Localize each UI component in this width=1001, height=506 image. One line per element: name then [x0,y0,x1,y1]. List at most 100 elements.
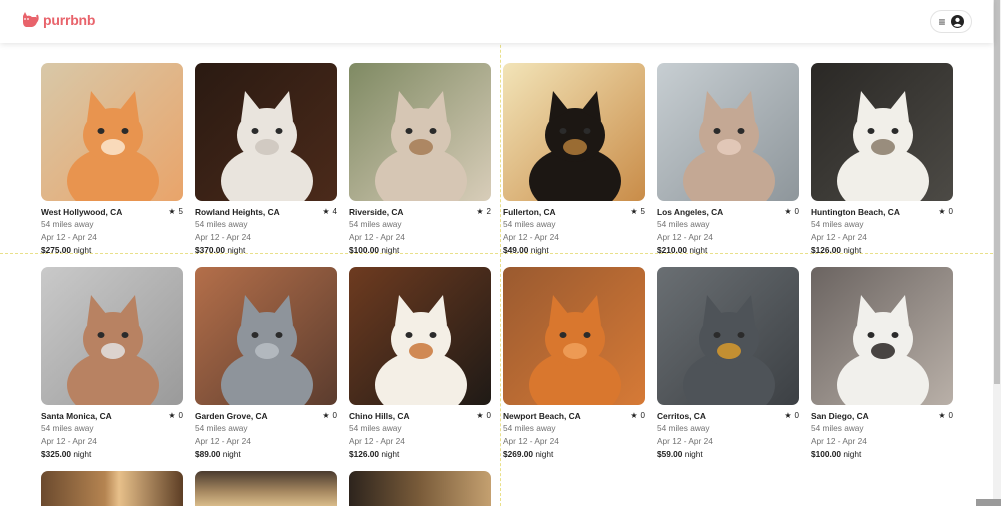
rating-value: 0 [486,411,491,420]
listing-rating: ★ 0 [322,411,337,420]
listing-photo[interactable] [503,63,645,201]
price-amount: $100.00 [811,449,841,459]
listing-title-row: Huntington Beach, CA ★ 0 [811,206,953,217]
listing-photo[interactable] [503,267,645,405]
listing-location: Huntington Beach, CA [811,206,900,217]
listing-card[interactable]: Newport Beach, CA ★ 0 54 miles away Apr 12 -… [503,267,645,460]
listing-dates: Apr 12 - Apr 24 [811,232,867,242]
cat-photo [503,63,645,201]
listing-card[interactable]: Cerritos, CA ★ 0 54 miles away Apr 12 - Apr … [657,267,799,460]
price-unit: night [684,449,703,459]
hamburger-icon: ≡ [938,14,946,29]
listing-location: Chino Hills, CA [349,410,410,421]
price-amount: $269.00 [503,449,533,459]
listing-card-partial[interactable] [41,471,183,506]
listing-photo[interactable] [811,63,953,201]
listing-distance: 54 miles away [657,219,710,229]
star-icon: ★ [476,411,484,420]
listing-dates: Apr 12 - Apr 24 [41,232,97,242]
listing-photo[interactable] [349,63,491,201]
listing-rating: ★ 0 [938,411,953,420]
price-unit: night [381,245,400,255]
listing-rating: ★ 0 [168,411,183,420]
listing-location: Los Angeles, CA [657,206,724,217]
listing-price: $49.00 night [503,244,645,256]
price-unit: night [843,245,862,255]
listing-rating: ★ 5 [630,207,645,216]
listing-location: Fullerton, CA [503,206,556,217]
price-amount: $59.00 [657,449,683,459]
listing-photo[interactable] [41,63,183,201]
star-icon: ★ [784,207,792,216]
page-scrollbar-thumb[interactable] [994,0,1000,384]
listing-distance: 54 miles away [349,423,402,433]
rating-value: 0 [640,411,645,420]
listing-card[interactable]: Rowland Heights, CA ★ 4 54 miles away Apr 12… [195,63,337,256]
rating-value: 0 [332,411,337,420]
listing-price: $100.00 night [811,448,953,460]
cat-photo [41,267,183,405]
listing-location: Newport Beach, CA [503,410,581,421]
listing-card[interactable]: Fullerton, CA ★ 5 54 miles away Apr 12 - Apr… [503,63,645,256]
listing-card[interactable]: San Diego, CA ★ 0 54 miles away Apr 12 - Apr… [811,267,953,460]
listing-card[interactable]: West Hollywood, CA ★ 5 54 miles away Apr 12 … [41,63,183,256]
price-unit: night [381,449,400,459]
listing-distance: 54 miles away [503,219,556,229]
listing-card[interactable]: Huntington Beach, CA ★ 0 54 miles away Apr 1… [811,63,953,256]
rating-value: 0 [948,207,953,216]
listing-card[interactable]: Garden Grove, CA ★ 0 54 miles away Apr 12 - … [195,267,337,460]
listing-photo[interactable] [657,267,799,405]
star-icon: ★ [938,207,946,216]
brand-logo[interactable]: purrbnb [20,10,95,30]
listing-price: $370.00 night [195,244,337,256]
listing-rating: ★ 5 [168,207,183,216]
price-unit: night [689,245,708,255]
listing-rating: ★ 0 [630,411,645,420]
listing-title-row: Riverside, CA ★ 2 [349,206,491,217]
price-unit: night [530,245,549,255]
rating-value: 2 [486,207,491,216]
price-amount: $126.00 [349,449,379,459]
listing-rating: ★ 4 [322,207,337,216]
price-amount: $126.00 [811,245,841,255]
listing-location: Cerritos, CA [657,410,706,421]
listing-photo[interactable] [41,267,183,405]
listing-dates: Apr 12 - Apr 24 [503,436,559,446]
listing-title-row: Cerritos, CA ★ 0 [657,410,799,421]
cat-photo [811,63,953,201]
listing-photo[interactable] [657,63,799,201]
listing-photo[interactable] [811,267,953,405]
cat-photo [349,267,491,405]
listing-location: Riverside, CA [349,206,404,217]
listing-card-partial[interactable] [195,471,337,506]
listing-photo[interactable] [195,267,337,405]
listing-price: $89.00 night [195,448,337,460]
price-amount: $275.00 [41,245,71,255]
listing-card[interactable]: Chino Hills, CA ★ 0 54 miles away Apr 12 - A… [349,267,491,460]
listing-distance: 54 miles away [657,423,710,433]
listing-location: Garden Grove, CA [195,410,268,421]
scrollbar-down-arrow[interactable] [976,499,1001,506]
price-amount: $89.00 [195,449,221,459]
listing-card[interactable]: Riverside, CA ★ 2 54 miles away Apr 12 - Apr… [349,63,491,256]
listing-card[interactable]: Santa Monica, CA ★ 0 54 miles away Apr 12 - … [41,267,183,460]
cat-photo [195,63,337,201]
listing-card[interactable]: Los Angeles, CA ★ 0 54 miles away Apr 12 - A… [657,63,799,256]
listing-card-partial[interactable] [349,471,491,506]
rating-value: 0 [794,411,799,420]
listing-title-row: Rowland Heights, CA ★ 4 [195,206,337,217]
listing-distance: 54 miles away [195,219,248,229]
listing-title-row: Santa Monica, CA ★ 0 [41,410,183,421]
listing-photo[interactable] [195,63,337,201]
user-menu-button[interactable]: ≡ [930,10,972,33]
price-amount: $49.00 [503,245,529,255]
listing-photo[interactable] [349,267,491,405]
listing-rating: ★ 0 [476,411,491,420]
star-icon: ★ [168,411,176,420]
listing-dates: Apr 12 - Apr 24 [503,232,559,242]
star-icon: ★ [630,207,638,216]
user-circle-icon [950,15,964,28]
price-unit: night [73,245,92,255]
price-unit: night [222,449,241,459]
listing-price: $59.00 night [657,448,799,460]
